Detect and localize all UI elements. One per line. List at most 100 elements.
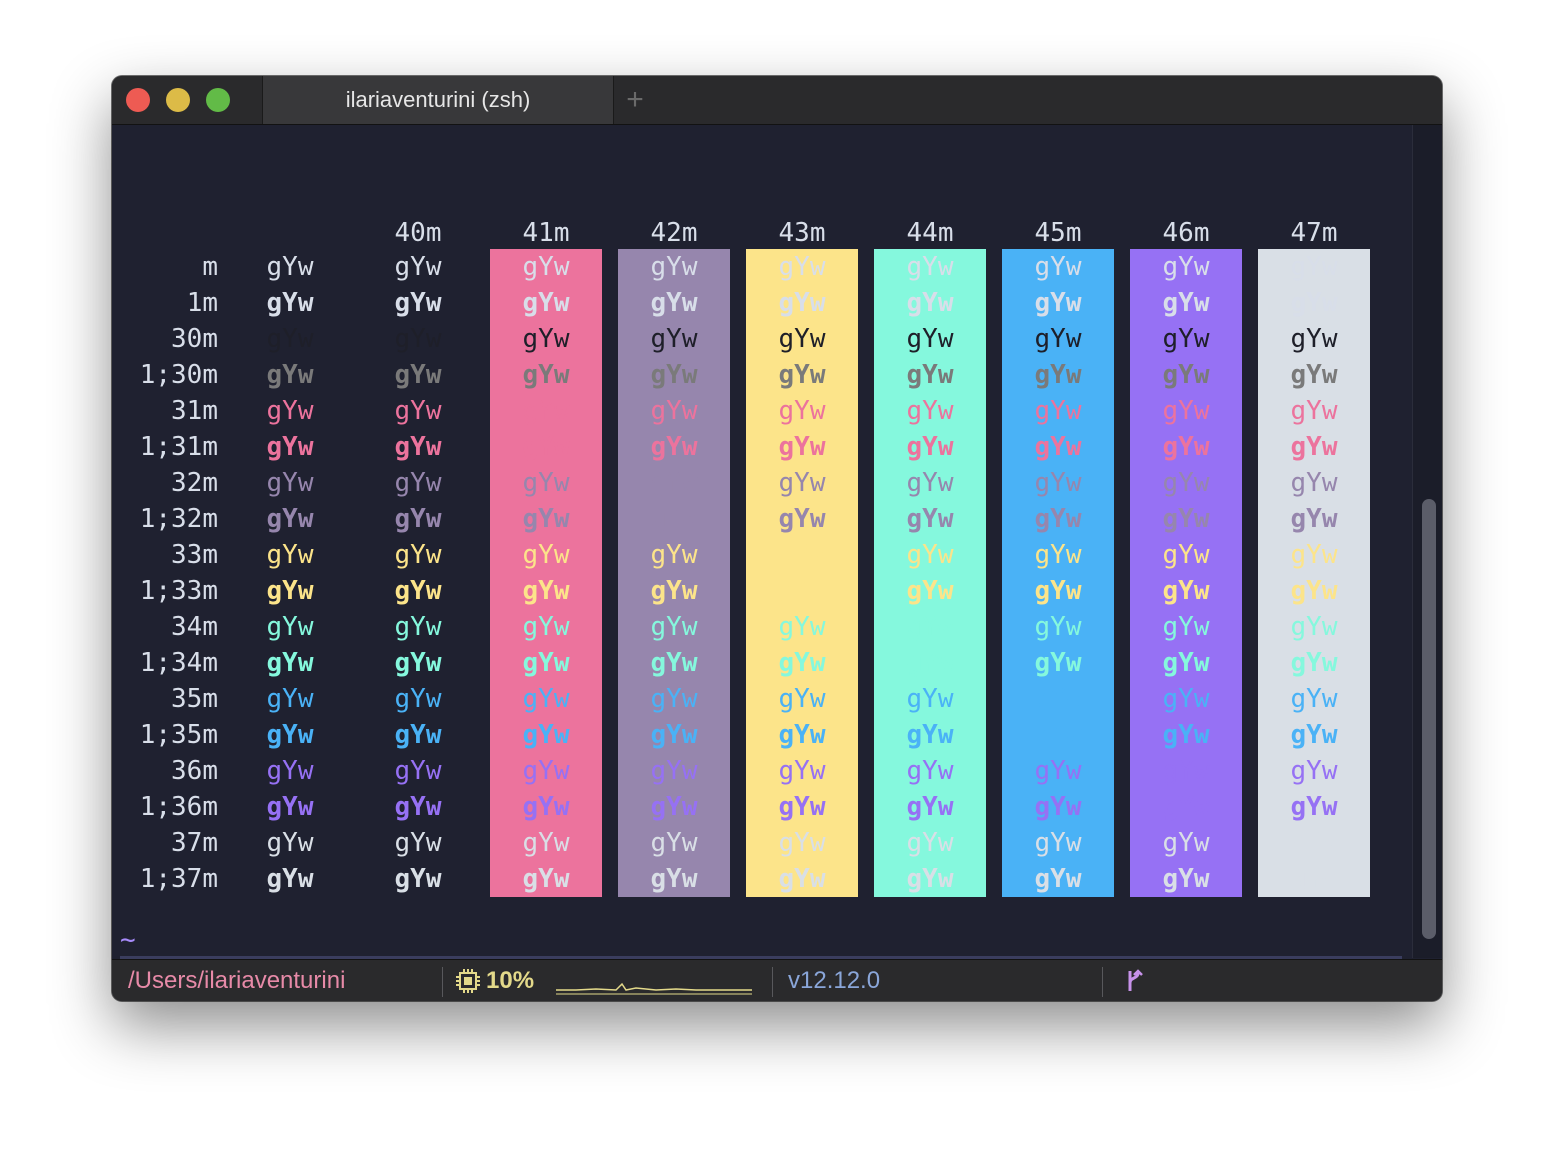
row-label: 1;35m [139,720,218,750]
sample-cell: gYw [778,324,826,354]
sample-cell: gYw [1034,684,1082,714]
sample-cell: gYw [266,576,314,606]
sample-cell: gYw [778,792,826,822]
sample-cell: gYw [394,504,442,534]
close-button[interactable] [126,88,150,112]
sample-cell: gYw [394,396,442,426]
sample-cell: gYw [394,324,442,354]
sample-cell: gYw [522,684,570,714]
cpu-usage: 10% [486,967,535,994]
sample-cell: gYw [778,360,826,390]
sample-cell: gYw [266,468,314,498]
sample-cell: gYw [266,324,314,354]
sample-cell: gYw [1034,252,1082,282]
sample-cell: gYw [1162,756,1210,786]
row-label: 1;33m [139,576,218,606]
sample-cell: gYw [778,684,826,714]
sample-cell: gYw [1290,432,1338,462]
sample-cell: gYw [522,648,570,678]
sample-cell: gYw [266,432,314,462]
terminal-content[interactable]: ~ 40m 41m 42m 43m 44m 45m 46m 47m m gYw gYw gYw gYw g… [112,125,1412,959]
sample-cell: gYw [522,540,570,570]
sample-cell: gYw [650,720,698,750]
sample-cell: gYw [650,288,698,318]
sample-cell: gYw [1290,576,1338,606]
sample-cell: gYw [1162,648,1210,678]
sample-cell: gYw [778,252,826,282]
sample-cell: gYw [394,252,442,282]
minimize-button[interactable] [166,88,190,112]
sample-cell: gYw [1034,324,1082,354]
sample-cell: gYw [1290,504,1338,534]
sample-cell: gYw [650,540,698,570]
sample-cell: gYw [1162,504,1210,534]
new-tab-button[interactable]: + [620,76,650,124]
sample-cell: gYw [778,864,826,894]
sample-cell: gYw [1162,360,1210,390]
sample-cell: gYw [394,648,442,678]
sample-cell: gYw [906,432,954,462]
sample-cell: gYw [906,756,954,786]
sample-cell: gYw [394,792,442,822]
column-header: 41m [522,218,570,248]
status-divider [772,967,773,997]
sample-cell: gYw [394,612,442,642]
terminal-window: ilariaventurini (zsh) + ~ 40m 41m 42m 43m 44… [112,76,1442,1001]
status-divider [442,967,443,997]
tab-active[interactable]: ilariaventurini (zsh) [262,76,614,124]
sample-cell: gYw [394,540,442,570]
sample-cell: gYw [1034,828,1082,858]
sample-cell: gYw [266,756,314,786]
sample-cell: gYw [1290,396,1338,426]
sample-cell: gYw [1034,432,1082,462]
title-bar: ilariaventurini (zsh) + [112,76,1442,125]
status-path: /Users/ilariaventurini [128,967,346,994]
sample-cell: gYw [522,468,570,498]
sample-cell: gYw [906,252,954,282]
sample-cell: gYw [906,360,954,390]
row-label: 30m [171,324,218,354]
sample-cell: gYw [1034,612,1082,642]
sample-cell: gYw [650,504,698,534]
sample-cell: gYw [522,756,570,786]
sample-cell: gYw [266,864,314,894]
sample-cell: gYw [778,648,826,678]
sample-cell: gYw [394,864,442,894]
row-label: 35m [171,684,218,714]
row-label: 1;37m [139,864,218,894]
sample-cell: gYw [522,396,570,426]
sample-cell: gYw [650,828,698,858]
zoom-button[interactable] [206,88,230,112]
git-branch-icon [1128,969,1143,991]
sample-cell: gYw [778,828,826,858]
sample-cell: gYw [1162,540,1210,570]
sample-cell: gYw [266,720,314,750]
sample-cell: gYw [1290,468,1338,498]
sample-cell: gYw [906,792,954,822]
sample-cell: gYw [778,432,826,462]
sample-cell: gYw [1034,504,1082,534]
sample-cell: gYw [1162,432,1210,462]
scrollbar-thumb[interactable] [1422,499,1436,939]
row-label: 1;36m [139,792,218,822]
sample-cell: gYw [266,612,314,642]
sample-cell: gYw [1034,720,1082,750]
sample-cell: gYw [1034,792,1082,822]
sample-cell: gYw [522,828,570,858]
sample-cell: gYw [778,504,826,534]
sample-cell: gYw [1034,396,1082,426]
sample-cell: gYw [522,360,570,390]
sample-cell: gYw [266,828,314,858]
sample-cell: gYw [1034,576,1082,606]
sample-cell: gYw [650,576,698,606]
sample-cell: gYw [522,720,570,750]
sample-cell: gYw [266,360,314,390]
row-label: 32m [171,468,218,498]
sample-cell: gYw [394,576,442,606]
sample-cell: gYw [906,684,954,714]
status-divider [1102,967,1103,997]
scrollbar-track[interactable] [1412,125,1442,958]
sample-cell: gYw [1290,360,1338,390]
sample-cell: gYw [650,864,698,894]
sample-cell: gYw [906,720,954,750]
